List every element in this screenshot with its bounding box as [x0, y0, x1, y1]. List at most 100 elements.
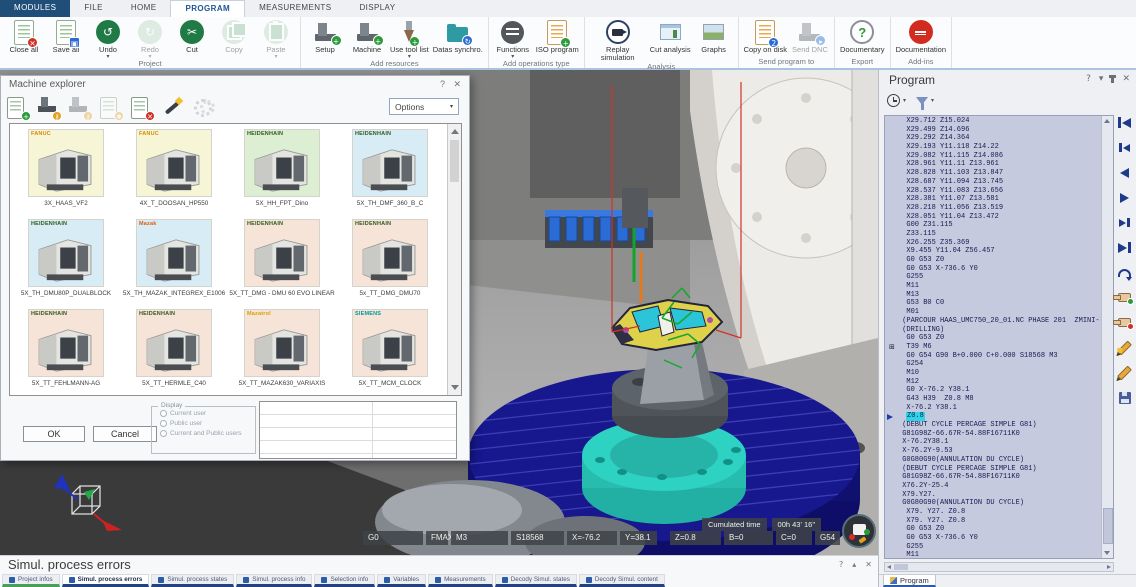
gcode-vertical-scrollbar[interactable]	[1101, 116, 1113, 558]
gcode-line[interactable]: M10	[898, 369, 1101, 378]
close-all-button[interactable]: ✕Close all	[3, 18, 45, 54]
go-last-pointer-icon[interactable]	[1119, 215, 1130, 230]
gcode-line[interactable]: G0 G54 G90 B+0.000 C+0.000 S18568 M3	[898, 352, 1101, 361]
dialog-help-icon[interactable]: ?	[440, 79, 445, 89]
machine-item[interactable]: HEIDENHAIN 5X_HH_FPT_Dino	[228, 126, 336, 216]
breakpoint-remove-icon[interactable]	[1118, 315, 1131, 330]
gcode-line[interactable]: G00 Z31.115	[898, 221, 1101, 230]
program-tab[interactable]: Program	[883, 575, 936, 587]
gcode-line[interactable]: G53 B0 C0	[898, 299, 1101, 308]
gcode-line[interactable]: X28.828 Y11.103 Z13.847	[898, 169, 1101, 178]
gcode-line[interactable]: X28.537 Y11.083 Z13.656	[898, 187, 1101, 196]
datas-synchro-button[interactable]: ↻Datas synchro.	[431, 18, 485, 54]
gcode-line[interactable]: G0 G53 Z0	[898, 334, 1101, 343]
machine-item[interactable]: HEIDENHAIN 5X_TH_DMU80P_DUALBLOCK	[12, 216, 120, 306]
gcode-line[interactable]: G0 G53 Z0	[898, 525, 1101, 534]
gcode-line[interactable]: X29.082 Y11.115 Z14.086	[898, 152, 1101, 161]
gcode-line[interactable]: (DEBUT CYCLE PERCAGE SIMPLE G81)	[898, 421, 1101, 430]
documentary-button[interactable]: ?Documentary	[838, 18, 887, 54]
options-dropdown[interactable]: Options▾	[389, 98, 459, 115]
gcode-line[interactable]: G254	[898, 360, 1101, 369]
gcode-line[interactable]: X28.051 Y11.04 Z13.472	[898, 213, 1101, 222]
gcode-line[interactable]: X79.Y27.	[898, 491, 1101, 500]
paste-button[interactable]: Paste▾	[255, 18, 297, 59]
machine-item[interactable]: FANUC 3X_HAAS_VF2	[12, 126, 120, 216]
gears-icon[interactable]	[193, 97, 217, 121]
gcode-line[interactable]: X26.255 Z35.369	[898, 239, 1101, 248]
save-all-button[interactable]: ▣Save all	[45, 18, 87, 54]
breakpoint-add-icon[interactable]	[1118, 290, 1131, 305]
copy-button[interactable]: Copy	[213, 18, 255, 54]
bottom-help-icon[interactable]: ?	[839, 560, 843, 569]
gcode-line[interactable]: M11	[898, 282, 1101, 291]
bottom-tab[interactable]: Simul. process states	[151, 574, 234, 587]
gcode-line[interactable]: (DEBUT CYCLE PERCAGE SIMPLE G81)	[898, 465, 1101, 474]
play-forward-icon[interactable]	[1120, 190, 1129, 205]
cut-analysis-button[interactable]: Cut analysis	[648, 18, 693, 54]
gcode-line[interactable]: M12	[898, 378, 1101, 387]
gcode-line[interactable]: G255	[898, 543, 1101, 552]
bottom-tab[interactable]: Decody Simul. states	[495, 574, 577, 587]
gcode-line[interactable]: M13	[898, 291, 1101, 300]
ribbon-tab[interactable]: HOME	[117, 0, 171, 17]
cancel-button[interactable]: Cancel	[93, 426, 157, 442]
go-first-pointer-icon[interactable]	[1119, 140, 1130, 155]
gcode-line[interactable]: G81G98Z-66.67R-54.88F16711K0	[898, 430, 1101, 439]
bottom-tab[interactable]: Selection info	[314, 574, 375, 587]
redo-button[interactable]: ↻Redo▾	[129, 18, 171, 59]
panel-dropdown-icon[interactable]: ▾	[1099, 74, 1104, 84]
send-dnc-button[interactable]: ▸Send DNC	[789, 18, 831, 54]
dialog-close-icon[interactable]: ✕	[453, 79, 461, 90]
machine-item[interactable]: HEIDENHAIN 5X_TT_DMG - DMU 60 EVO LINEAR	[228, 216, 336, 306]
ok-button[interactable]: OK	[23, 426, 85, 442]
display-radio-option[interactable]: Current user	[160, 410, 255, 417]
functions-button[interactable]: Functions▾	[492, 18, 534, 59]
gcode-line[interactable]: X79. Y27. Z0.8	[898, 508, 1101, 517]
gcode-line[interactable]: G0 G53 X-736.6 Y0	[898, 265, 1101, 274]
gcode-line[interactable]: Z0.8	[898, 412, 1101, 421]
gcode-line[interactable]: M11	[898, 551, 1101, 559]
display-radio-option[interactable]: Current and Public users	[160, 430, 255, 437]
save-icon[interactable]	[1119, 390, 1131, 405]
machine-settings-icon[interactable]: ✱	[100, 97, 124, 121]
gcode-line[interactable]: X29.193 Y11.118 Z14.22	[898, 143, 1101, 152]
gcode-line[interactable]: G81G98Z-66.67R-54.88F16711K0	[898, 473, 1101, 482]
ribbon-tab[interactable]: MODULES	[0, 0, 70, 17]
panel-close-icon[interactable]: ✕	[1122, 74, 1130, 84]
machine-list-scrollbar[interactable]	[447, 124, 461, 395]
gcode-line[interactable]: X-76.2Y38.1	[898, 438, 1101, 447]
machine-item[interactable]: FANUC 4X_T_DOOSAN_HP550	[120, 126, 228, 216]
gcode-line[interactable]: X-76.2Y-9.53	[898, 447, 1101, 456]
gcode-line[interactable]: M01	[898, 308, 1101, 317]
undo-button[interactable]: ↺Undo▾	[87, 18, 129, 59]
replay-simulation-button[interactable]: Replay simulation	[588, 18, 648, 62]
documentation-button[interactable]: Documentation	[894, 18, 948, 54]
gcode-line[interactable]: Z33.115	[898, 230, 1101, 239]
machine-item[interactable]: HEIDENHAIN 5X_TT_HERMLE_C40	[120, 306, 228, 396]
gcode-line[interactable]: G0G80G90(ANNULATION DU CYCLE)	[898, 456, 1101, 465]
machine-button[interactable]: +Machine	[346, 18, 388, 54]
ribbon-tab[interactable]: MEASUREMENTS	[245, 0, 345, 17]
display-radio-option[interactable]: Public user	[160, 420, 255, 427]
delete-machine-icon[interactable]: ✕	[131, 97, 155, 121]
gcode-line[interactable]: X28.381 Y11.07 Z13.581	[898, 195, 1101, 204]
machine-item[interactable]: HEIDENHAIN 5X_TH_DMF_360_B_C	[336, 126, 444, 216]
play-backward-icon[interactable]	[1120, 165, 1129, 180]
filter-button[interactable]: ▾	[916, 97, 934, 105]
gcode-line[interactable]: G43 H39 Z0.8 M8	[898, 395, 1101, 404]
iso-program-button[interactable]: +ISO program	[534, 18, 581, 54]
bottom-tab[interactable]: Simul. process errors	[62, 574, 150, 587]
gcode-line[interactable]: G0 X-76.2 Y38.1	[898, 386, 1101, 395]
gcode-line[interactable]: X28.218 Y11.056 Z13.519	[898, 204, 1101, 213]
ribbon-tab[interactable]: DISPLAY	[345, 0, 409, 17]
gcode-line[interactable]: X29.499 Z14.696	[898, 126, 1101, 135]
bottom-tab[interactable]: Simul. process info	[236, 574, 312, 587]
machine-item[interactable]: Mazatrol 5X_TT_MAZAK630_VARIAXIS	[228, 306, 336, 396]
machine-item[interactable]: HEIDENHAIN 5X_TT_FEHLMANN-AG	[12, 306, 120, 396]
gcode-listing[interactable]: X29.712 Z15.024 X29.499 Z14.696 X29.292 …	[884, 115, 1114, 559]
ribbon-tab[interactable]: FILE	[70, 0, 117, 17]
bottom-tab[interactable]: Measurements	[428, 574, 493, 587]
gcode-line[interactable]: (DRILLING)	[898, 326, 1101, 335]
edit-icon[interactable]	[1117, 365, 1132, 380]
machine-item[interactable]: SIEMENS 5X_TT_MCM_CLOCK	[336, 306, 444, 396]
